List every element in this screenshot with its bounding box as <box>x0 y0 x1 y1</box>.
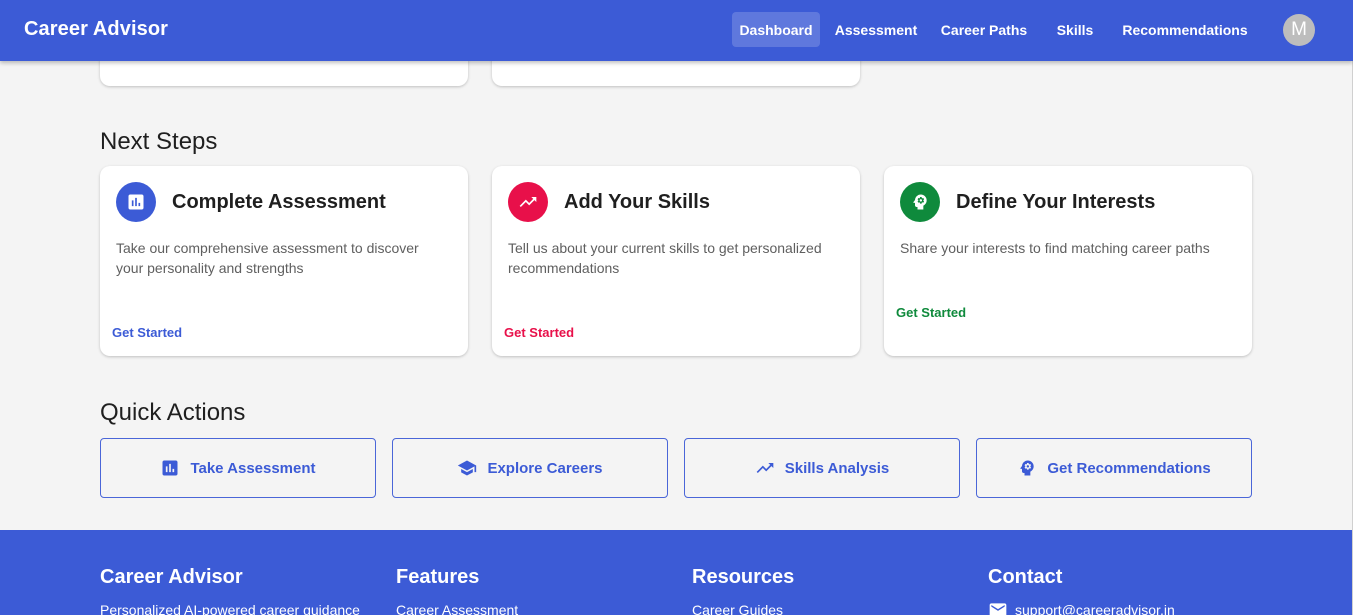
step-card-skills: Add Your Skills Tell us about your curre… <box>492 166 860 356</box>
get-recommendations-button[interactable]: Get Recommendations <box>976 438 1252 498</box>
step-title: Define Your Interests <box>956 191 1156 213</box>
step-description: Tell us about your current skills to get… <box>508 240 822 276</box>
skills-analysis-button[interactable]: Skills Analysis <box>684 438 960 498</box>
footer-heading: Contact <box>988 566 1063 588</box>
explore-careers-button[interactable]: Explore Careers <box>392 438 668 498</box>
quick-actions-title: Quick Actions <box>100 399 246 426</box>
email-icon <box>989 603 1007 615</box>
trending-up-icon <box>508 182 548 222</box>
footer-heading: Resources <box>692 566 795 588</box>
footer-link-career-assessment[interactable]: Career Assessment <box>396 602 518 615</box>
app-title[interactable]: Career Advisor <box>24 18 168 41</box>
trending-up-icon <box>756 463 774 473</box>
nav-assessment[interactable]: Assessment <box>828 12 924 47</box>
school-icon <box>458 460 477 476</box>
footer-col-resources: Resources <box>692 566 794 589</box>
app-bar: Career Advisor Dashboard Assessment Care… <box>0 0 1353 61</box>
assessment-icon <box>116 182 156 222</box>
button-label: Explore Careers <box>487 459 603 477</box>
footer-heading: Features <box>396 566 480 588</box>
step-title: Add Your Skills <box>564 191 710 213</box>
footer-heading: Career Advisor <box>100 566 243 588</box>
take-assessment-button[interactable]: Take Assessment <box>100 438 376 498</box>
footer-col-contact: Contact <box>988 566 1062 589</box>
step-title: Complete Assessment <box>172 191 386 213</box>
step-card-interests: Define Your Interests Share your interes… <box>884 166 1252 356</box>
step-description: Take our comprehensive assessment to dis… <box>116 240 419 276</box>
footer-col-features: Features <box>396 566 479 589</box>
nav-dashboard[interactable]: Dashboard <box>732 12 820 47</box>
avatar[interactable]: M <box>1283 14 1315 46</box>
footer: Career Advisor Personalized AI-powered c… <box>0 530 1353 615</box>
footer-email[interactable]: support@careeradvisor.in <box>1015 602 1175 615</box>
button-label: Take Assessment <box>190 459 316 477</box>
footer-col-brand: Career Advisor <box>100 566 243 589</box>
nav-recommendations[interactable]: Recommendations <box>1114 12 1256 47</box>
step-description: Share your interests to find matching ca… <box>900 240 1210 256</box>
get-started-link[interactable]: Get Started <box>504 325 574 340</box>
footer-link-career-guides[interactable]: Career Guides <box>692 602 783 615</box>
get-started-link[interactable]: Get Started <box>896 305 966 320</box>
nav-skills[interactable]: Skills <box>1048 12 1102 47</box>
psychology-icon <box>1020 460 1034 476</box>
step-card-assessment: Complete Assessment Take our comprehensi… <box>100 166 468 356</box>
nav-career-paths[interactable]: Career Paths <box>934 12 1034 47</box>
psychology-icon <box>900 182 940 222</box>
get-started-link[interactable]: Get Started <box>112 325 182 340</box>
footer-tagline: Personalized AI-powered career guidance <box>100 602 360 615</box>
next-steps-title: Next Steps <box>100 128 218 155</box>
button-label: Skills Analysis <box>784 459 890 477</box>
assessment-icon <box>162 460 178 476</box>
button-label: Get Recommendations <box>1047 459 1211 477</box>
